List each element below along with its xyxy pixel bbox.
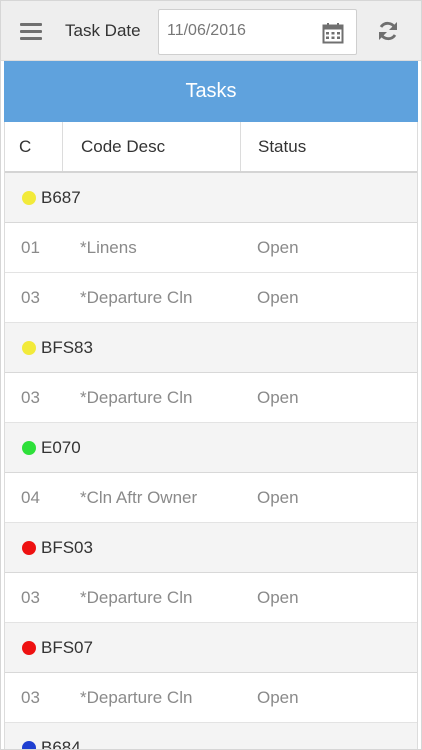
- task-code-desc: *Departure Cln: [80, 387, 193, 407]
- group-code: E070: [41, 437, 81, 457]
- task-row[interactable]: 04 *Cln Aftr Owner Open: [5, 473, 417, 523]
- group-row[interactable]: B684: [5, 723, 417, 750]
- status-dot-icon: [22, 740, 36, 749]
- task-status: Open: [257, 687, 299, 707]
- group-code: B687: [41, 187, 81, 207]
- page-title: Tasks: [185, 80, 237, 102]
- task-code-desc: *Cln Aftr Owner: [80, 487, 198, 507]
- task-row[interactable]: 03 *Departure Cln Open: [5, 273, 417, 323]
- task-status: Open: [257, 237, 299, 257]
- column-header-status[interactable]: Status: [241, 122, 419, 171]
- status-dot-icon: [22, 190, 36, 205]
- task-row[interactable]: 03 *Departure Cln Open: [5, 373, 417, 423]
- group-code: B684: [41, 737, 81, 750]
- calendar-icon[interactable]: [322, 22, 344, 44]
- task-code-desc: *Departure Cln: [80, 687, 193, 707]
- task-c: 04: [21, 487, 40, 507]
- column-header-c[interactable]: C: [5, 122, 63, 171]
- group-code: BFS07: [41, 637, 93, 657]
- group-row[interactable]: E070: [5, 423, 417, 473]
- table-header: C Code Desc Status: [5, 122, 417, 173]
- task-date-field[interactable]: [158, 9, 357, 55]
- status-dot-icon: [22, 440, 36, 455]
- task-code-desc: *Departure Cln: [80, 587, 193, 607]
- menu-icon-bar: [20, 29, 42, 33]
- task-c: 03: [21, 587, 40, 607]
- menu-icon-bar: [20, 36, 42, 40]
- task-status: Open: [257, 287, 299, 307]
- task-row[interactable]: 01 *Linens Open: [5, 223, 417, 273]
- task-status: Open: [257, 487, 299, 507]
- group-row[interactable]: BFS83: [5, 323, 417, 373]
- task-date-label: Task Date: [65, 21, 141, 40]
- task-row[interactable]: 03 *Departure Cln Open: [5, 673, 417, 723]
- task-row[interactable]: 03 *Departure Cln Open: [5, 573, 417, 623]
- toolbar: Task Date: [1, 1, 421, 61]
- group-row[interactable]: B687: [5, 173, 417, 223]
- menu-icon-bar: [20, 22, 42, 26]
- task-status: Open: [257, 587, 299, 607]
- group-code: BFS83: [41, 337, 93, 357]
- refresh-icon: [379, 21, 397, 41]
- menu-button[interactable]: [5, 7, 57, 55]
- tasks-table: C Code Desc Status B687 01 *Linens Open …: [4, 122, 418, 750]
- task-code-desc: *Departure Cln: [80, 287, 193, 307]
- task-c: 03: [21, 287, 40, 307]
- status-dot-icon: [22, 640, 36, 655]
- status-dot-icon: [22, 340, 36, 355]
- group-row[interactable]: BFS03: [5, 523, 417, 573]
- task-c: 03: [21, 387, 40, 407]
- refresh-button[interactable]: [363, 7, 413, 55]
- group-row[interactable]: BFS07: [5, 623, 417, 673]
- task-status: Open: [257, 387, 299, 407]
- task-c: 01: [21, 237, 40, 257]
- column-header-code-desc[interactable]: Code Desc: [63, 122, 241, 171]
- task-code-desc: *Linens: [80, 237, 137, 257]
- task-c: 03: [21, 687, 40, 707]
- status-dot-icon: [22, 540, 36, 555]
- group-code: BFS03: [41, 537, 93, 557]
- app-frame: Task Date Tasks: [0, 0, 422, 750]
- task-date-input[interactable]: [167, 22, 317, 40]
- tasks-title-bar: Tasks: [4, 61, 418, 122]
